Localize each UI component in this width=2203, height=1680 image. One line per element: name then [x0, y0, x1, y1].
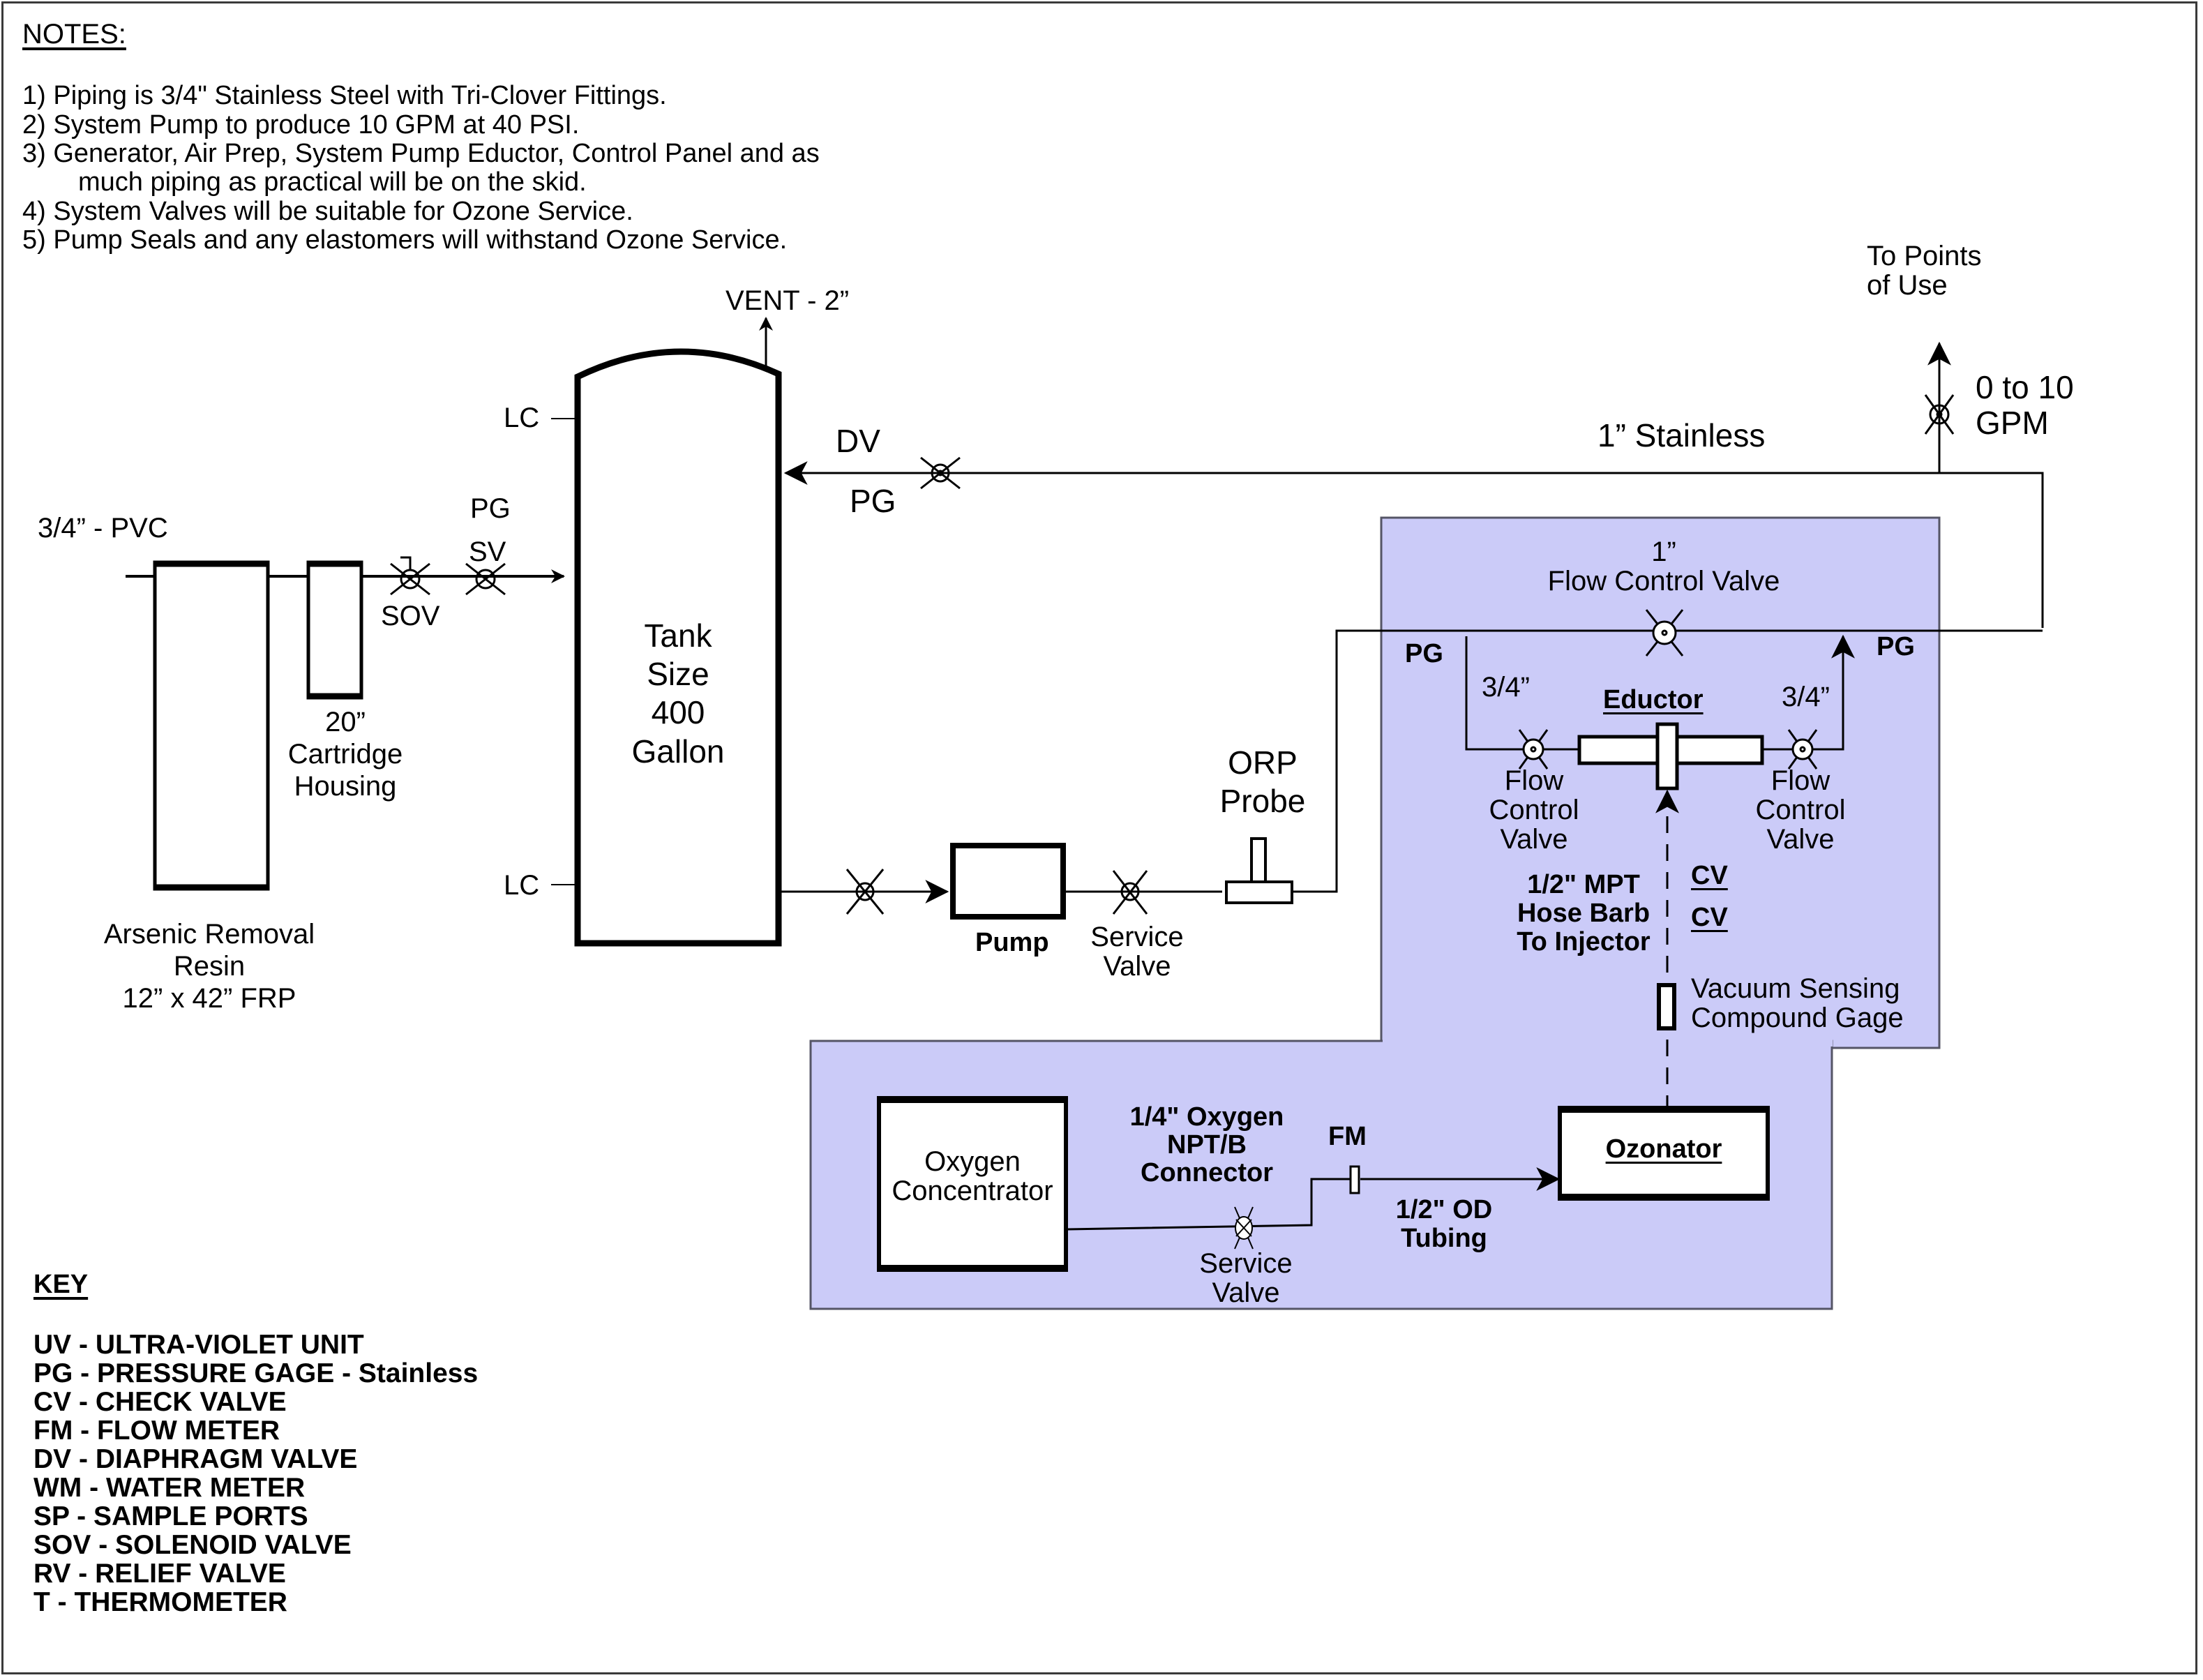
- vacuum-gage-icon: [1657, 983, 1676, 1030]
- key-item: CV - CHECK VALVE: [33, 1387, 287, 1417]
- arsenic-resin-vessel: [153, 560, 270, 891]
- key-item: FM - FLOW METER: [33, 1416, 280, 1446]
- key-item: SP - SAMPLE PORTS: [33, 1501, 308, 1531]
- key-item: PG - PRESSURE GAGE - Stainless: [33, 1358, 479, 1388]
- key-item: UV - ULTRA-VIOLET UNIT: [33, 1330, 364, 1360]
- pg-inlet-label: PG: [470, 493, 511, 524]
- pg-return-label: PG: [850, 483, 896, 519]
- check-valve-1-label: CV: [1691, 861, 1728, 890]
- flow-range-label: 0 to 10 GPM: [1976, 369, 2074, 441]
- note-item: 3) Generator, Air Prep, System Pump Educ…: [22, 139, 820, 168]
- note-item: 5) Pump Seals and any elastomers will wi…: [22, 225, 788, 255]
- fcv-left-label: Flow Control Valve: [1489, 765, 1579, 855]
- level-control-bottom-label: LC: [504, 870, 540, 901]
- eductor-label: Eductor: [1603, 685, 1704, 714]
- key-item: DV - DIAPHRAGM VALVE: [33, 1444, 358, 1474]
- pump-box: [950, 843, 1066, 920]
- pvc-inlet-label: 3/4” - PVC: [38, 513, 168, 543]
- size-left-label: 3/4”: [1482, 672, 1530, 703]
- flow-meter-icon: [1349, 1165, 1360, 1194]
- tank-label: Tank Size 400 Gallon: [631, 617, 725, 770]
- points-of-use-label: To Points of Use: [1867, 241, 1982, 301]
- sov-label: SOV: [381, 601, 440, 631]
- oxygen-connector-label: 1/4" Oxygen NPT/B Connector: [1129, 1102, 1284, 1187]
- level-control-top-label: LC: [504, 403, 540, 433]
- cartridge-housing: [306, 560, 363, 700]
- key-item: SOV - SOLENOID VALVE: [33, 1530, 352, 1560]
- note-item: 2) System Pump to produce 10 GPM at 40 P…: [22, 110, 580, 140]
- cartridge-label: 20” Cartridge Housing: [287, 707, 403, 802]
- note-item: 1) Piping is 3/4" Stainless Steel with T…: [22, 81, 667, 110]
- check-valve-2-label: CV: [1691, 903, 1728, 932]
- note-item: much piping as practical will be on the …: [78, 167, 587, 197]
- dv-label: DV: [836, 423, 880, 459]
- flow-meter-label: FM: [1328, 1122, 1367, 1151]
- vent-label: VENT - 2”: [725, 285, 850, 316]
- key-item: WM - WATER METER: [33, 1473, 306, 1503]
- resin-label: Arsenic Removal Resin 12” x 42” FRP: [103, 919, 315, 1014]
- fcv-right-label: Flow Control Valve: [1755, 765, 1846, 855]
- oxygen-service-valve-label: Service Valve: [1199, 1248, 1293, 1308]
- notes-title: NOTES:: [22, 19, 126, 50]
- pg-eductor-left-label: PG: [1405, 639, 1443, 668]
- orp-probe-icon: [1225, 837, 1293, 904]
- note-item: 4) System Valves will be suitable for Oz…: [22, 197, 633, 226]
- tubing-label: 1/2" OD Tubing: [1395, 1195, 1493, 1254]
- fcv-1in-label: 1” Flow Control Valve: [1547, 537, 1780, 597]
- pump-label: Pump: [975, 928, 1049, 957]
- vacuum-gage-label: Vacuum Sensing Compound Gage: [1691, 973, 1904, 1033]
- sv-inlet-label: SV: [469, 537, 506, 567]
- service-valve-inlet-icon: [465, 562, 506, 596]
- oxygen-concentrator-label: Oxygen Concentrator: [892, 1146, 1053, 1206]
- size-right-label: 3/4”: [1782, 682, 1830, 712]
- orp-probe-label: ORP Probe: [1219, 744, 1306, 820]
- key-title: KEY: [33, 1270, 89, 1299]
- stainless-line-label: 1” Stainless: [1597, 417, 1766, 453]
- key-item: T - THERMOMETER: [33, 1587, 287, 1617]
- hose-barb-label: 1/2" MPT Hose Barb To Injector: [1517, 870, 1651, 957]
- pump-service-valve-label: Service Valve: [1090, 922, 1184, 982]
- key-item: RV - RELIEF VALVE: [33, 1559, 286, 1589]
- ozonator-label: Ozonator: [1605, 1134, 1722, 1164]
- pg-eductor-right-label: PG: [1877, 632, 1915, 661]
